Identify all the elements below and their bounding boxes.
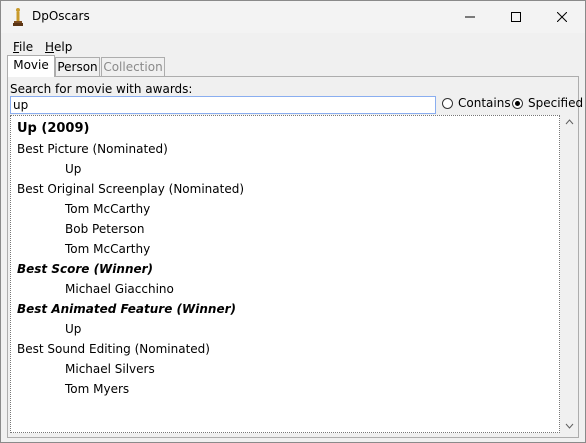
nominee-item: Up	[65, 322, 82, 336]
results-list[interactable]: Up (2009) Best Picture (Nominated) Up Best…	[10, 115, 560, 433]
nominee-item: Up	[65, 162, 82, 176]
tab-collection: Collection	[101, 57, 165, 76]
menu-file[interactable]: File	[13, 40, 33, 54]
nominee-item: Michael Silvers	[65, 362, 155, 376]
tab-movie[interactable]: Movie	[7, 55, 55, 77]
maximize-icon	[511, 12, 521, 22]
award-item: Best Picture (Nominated)	[17, 142, 168, 156]
maximize-button[interactable]	[493, 1, 539, 33]
award-item: Best Score (Winner)	[17, 262, 154, 276]
close-icon	[557, 12, 567, 22]
menu-bar: File Help	[7, 38, 579, 56]
minimize-button[interactable]	[447, 1, 493, 33]
nominee-item: Tom McCarthy	[65, 202, 151, 216]
close-button[interactable]	[539, 1, 585, 33]
contains-radio-label: Contains	[458, 96, 511, 110]
menu-help-accelerator: H	[45, 40, 55, 54]
nominee-item: Tom McCarthy	[65, 242, 151, 256]
app-window: DpOscars File Help Movie Person Collecti…	[0, 0, 586, 443]
scroll-down-arrow-icon	[565, 423, 574, 429]
scroll-up-arrow-icon	[565, 119, 574, 125]
specified-radio-dot	[512, 97, 523, 109]
search-label: Search for movie with awards:	[10, 82, 193, 96]
oscar-statuette-icon	[13, 8, 23, 26]
specified-radio[interactable]: Specified	[512, 96, 583, 110]
title-bar: DpOscars	[1, 1, 585, 33]
specified-radio-label: Specified	[528, 96, 584, 110]
award-item: Best Animated Feature (Winner)	[17, 302, 237, 316]
menu-help[interactable]: Help	[45, 40, 72, 54]
search-input[interactable]	[10, 96, 436, 114]
nominee-item: Michael Giacchino	[65, 282, 174, 296]
contains-radio[interactable]: Contains	[442, 96, 511, 110]
award-item: Best Original Screenplay (Nominated)	[17, 182, 245, 196]
contains-radio-dot	[442, 97, 453, 109]
tab-person[interactable]: Person	[55, 57, 100, 76]
menu-file-label: ile	[19, 40, 34, 54]
menu-help-label: elp	[54, 40, 73, 54]
results-scrollbar[interactable]	[561, 115, 578, 433]
award-item: Best Sound Editing (Nominated)	[17, 342, 210, 356]
nominee-item: Tom Myers	[65, 382, 130, 396]
nominee-item: Bob Peterson	[65, 222, 145, 236]
minimize-icon	[465, 16, 475, 18]
movie-heading: Up (2009)	[17, 121, 90, 136]
window-title: DpOscars	[32, 9, 90, 23]
